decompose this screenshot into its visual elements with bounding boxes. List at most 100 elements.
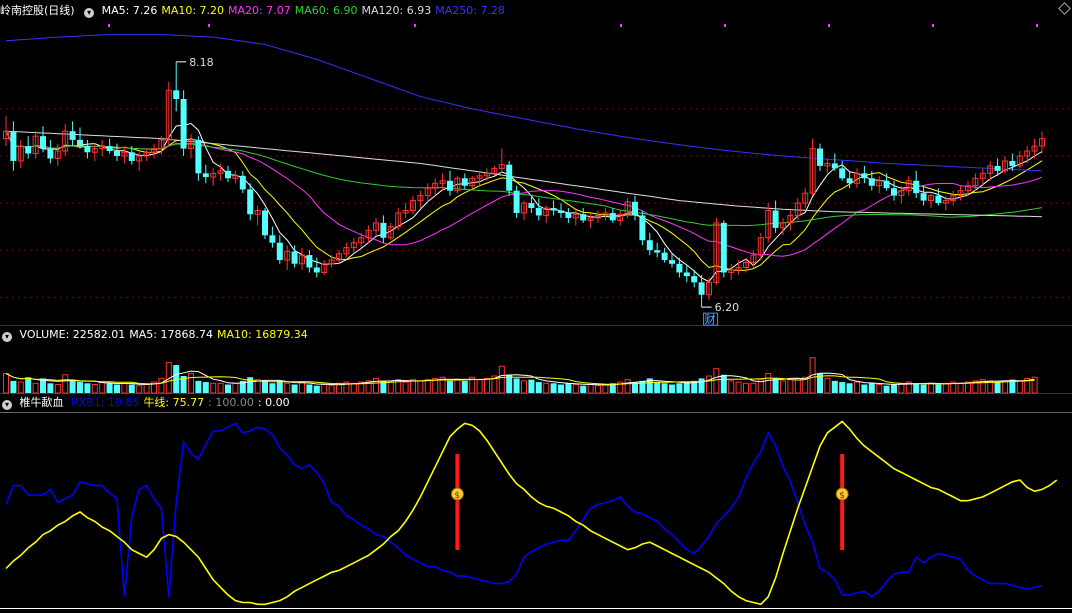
legend-item: MA250: [435,4,477,17]
candle-body [447,180,453,191]
candle-body [180,99,187,149]
collapse-toggle-icon[interactable]: ▾ [2,400,12,410]
volume-bar [299,381,305,394]
volume-bar [328,385,335,394]
niu-line [5,420,1058,606]
candle-body [817,148,823,166]
legend-item: MA5: [129,328,157,341]
volume-bar [706,375,712,394]
volume-bar [136,385,143,394]
volume-bar [321,384,328,394]
volume-bar [373,377,379,394]
candle-body [609,212,616,221]
candle-body [10,131,17,161]
collapse-toggle-icon[interactable]: ▾ [84,8,95,18]
volume-bar [683,382,690,393]
volume-bar [935,384,942,393]
volume-bar [210,382,217,394]
legend-item: MA20: [228,4,263,17]
volume-bar [831,380,838,393]
ma-legend: MA5: 7.26 MA10: 7.20 MA20: 7.07 MA60: 6.90 M… [102,4,509,17]
volume-bar [876,384,883,394]
volume-bar [624,379,631,394]
money-bag-glyph: $ [839,491,845,501]
volume-legend: ▾ VOLUME: 22582.01 MA5: 17868.74 MA10: 168… [0,328,316,342]
candle-body [84,146,91,153]
candle-body [513,190,520,213]
volume-bar [217,382,224,394]
volume-bar [284,382,291,394]
period-label: (日线) [44,4,75,17]
volume-bar [232,382,239,394]
volume-bar [202,382,209,393]
volume-bar [158,377,165,394]
money-bag-glyph: $ [454,491,460,501]
volume-bar [54,384,61,394]
candle-body [861,173,868,179]
volume-bar [447,380,453,393]
indicator-name: 椎牛歃血 [19,396,64,409]
candle-body [646,240,653,251]
volume-bar [846,383,853,393]
candle-body [565,212,572,218]
volume-bar [188,373,194,394]
volume-bar [676,383,683,393]
candle-body [247,189,254,215]
volume-bar [417,380,424,394]
volume-bar [498,365,505,394]
volume-bar [654,382,661,393]
volume-bar [669,384,675,393]
legend-item: 牛线: [143,396,170,409]
volume-bar [454,379,461,394]
rxb1-line [5,422,1043,598]
volume-bar [661,383,668,393]
event-dot [208,24,210,27]
candle-body [550,208,557,211]
volume-pane[interactable]: ▾ VOLUME: 22582.01 MA5: 17868.74 MA10: 168… [0,326,1072,394]
collapse-toggle-icon[interactable]: ▾ [2,332,12,342]
legend-value: 16879.34 [251,328,308,341]
price-pane[interactable]: 岭南控股(日线) ▾ MA5: 7.26 MA10: 7.20 MA20: 7.07… [0,0,1072,326]
candle-body [661,252,668,261]
volume-bar [77,382,83,393]
candle-body [25,146,32,154]
volume-bar [543,382,550,394]
legend-item: MA60: [294,4,330,17]
event-dot [1036,24,1038,27]
indicator-chart[interactable]: $ $ [0,394,1072,613]
volume-bar [780,380,786,394]
stock-name: 岭南控股 [0,4,44,17]
candle-body [40,136,46,149]
volume-bar [1016,380,1023,394]
volume-bar [3,373,9,394]
indicator-pane[interactable]: ▾ 椎牛歃血 RXB1: 10.85 牛线: 75.77: 100.00: 0.0… [0,394,1072,613]
candle-body [580,214,587,221]
candle-body [262,210,268,236]
volume-bar [484,377,490,394]
volume-bar [595,385,601,394]
candle-body [47,148,54,159]
volume-bar [750,382,757,394]
candle-body [69,131,76,140]
event-dot [620,24,622,27]
candle-body [114,151,120,156]
volume-bar [402,381,409,394]
volume-bar [854,381,860,394]
volume-bar [587,384,594,394]
volume-bar [957,382,964,394]
candle-body [306,255,313,268]
legend-item: VOLUME: [19,328,70,341]
candle-body [994,165,1001,171]
volume-bar [99,381,106,394]
volume-bar [565,383,572,393]
volume-bar [69,380,76,393]
candle-body [772,210,779,228]
volume-bar [128,384,135,393]
candle-body [239,175,246,190]
candle-body [77,139,83,147]
volume-bar [735,381,742,394]
volume-bar [743,382,749,394]
candle-body [846,178,853,184]
legend-value: 100.00 [211,396,254,409]
price-chart[interactable]: 8.18 6.20财 [0,0,1072,326]
